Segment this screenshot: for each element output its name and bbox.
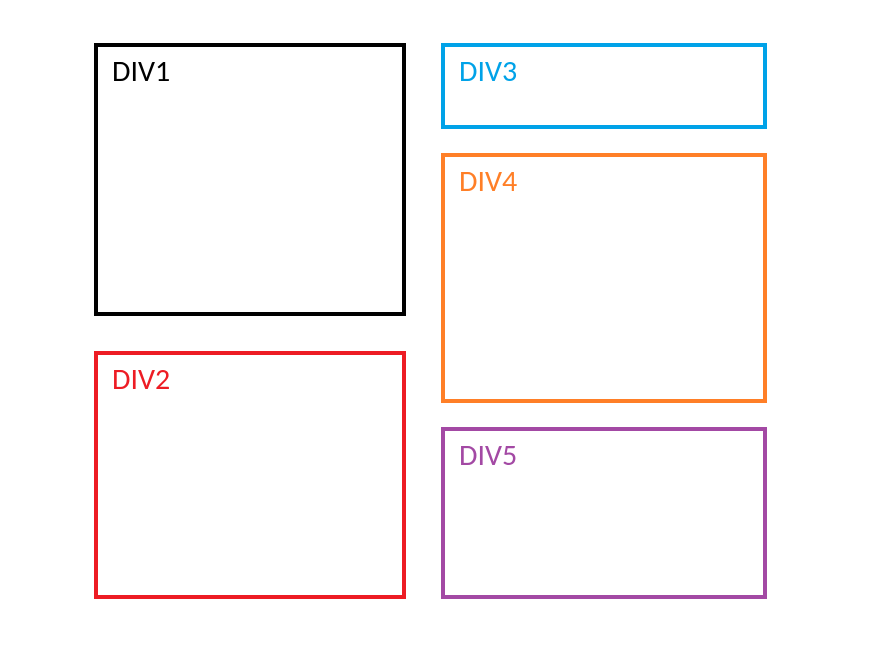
div2-box: DIV2 (94, 351, 406, 599)
div3-label: DIV3 (459, 53, 517, 90)
div1-box: DIV1 (94, 43, 406, 316)
div5-box: DIV5 (441, 427, 767, 599)
div5-label: DIV5 (459, 437, 517, 474)
div2-label: DIV2 (112, 361, 170, 398)
div3-box: DIV3 (441, 43, 767, 129)
div1-label: DIV1 (112, 53, 170, 90)
div4-box: DIV4 (441, 153, 767, 403)
div4-label: DIV4 (459, 163, 517, 200)
